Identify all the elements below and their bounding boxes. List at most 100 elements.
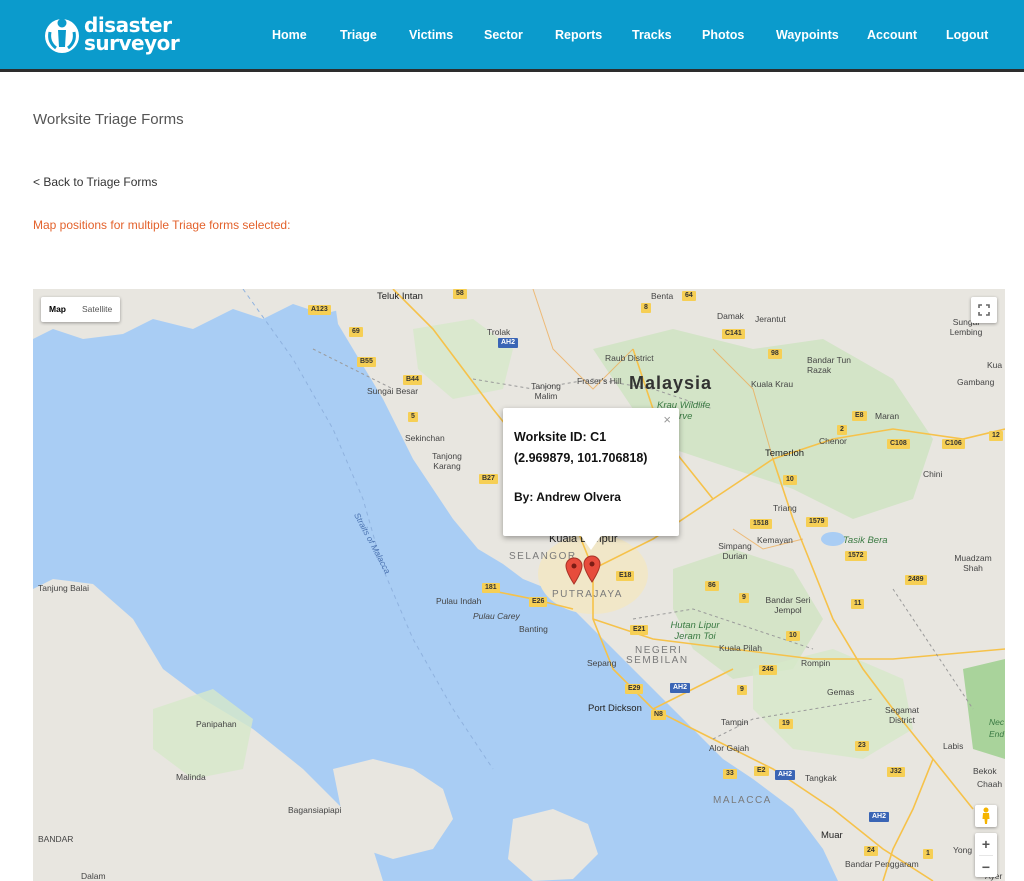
label-temerloh: Temerloh [765,448,805,459]
route-shield: B27 [479,474,498,484]
route-shield: 1572 [845,551,867,561]
label-labis: Labis [943,741,964,751]
page-title: Worksite Triage Forms [33,111,184,128]
map-marker[interactable] [583,555,601,583]
route-shield: 9 [739,593,749,603]
label-bandar-penggaram: Bandar Penggaram [845,859,919,869]
label-trolak: Trolak [487,327,511,337]
label-chenor: Chenor [819,436,847,446]
label-kemayan: Kemayan [757,535,793,545]
route-shield: E29 [625,684,644,694]
route-shield: C141 [722,329,745,339]
label-rompin: Rompin [801,658,831,668]
route-shield: AH2 [775,770,796,780]
label-bekok: Bekok [973,766,997,776]
route-shield: 1579 [806,517,828,527]
route-shield: 33 [723,769,737,779]
label-banting: Banting [519,624,548,634]
nav-victims[interactable]: Victims [409,28,453,42]
route-shield: E26 [529,597,548,607]
label-maran: Maran [875,411,900,421]
label-damak: Damak [717,311,744,321]
route-shield: C108 [887,439,910,449]
label-tampin: Tampin [721,717,749,727]
route-shield: 58 [453,289,467,299]
nav-triage[interactable]: Triage [340,28,377,42]
zoom-in-button[interactable]: + [975,833,997,855]
label-kuala-pilah: Kuala Pilah [719,643,763,653]
label-port-dickson: Port Dickson [588,703,642,714]
label-end: End [989,729,1005,739]
worksite-id: Worksite ID: C1 [514,430,607,444]
label-sepang: Sepang [587,658,617,668]
route-shield: 9 [737,685,747,695]
label-raub-district: Raub District [605,353,654,363]
label-benta: Benta [651,291,674,301]
info-window-close-button[interactable]: × [663,412,671,427]
label-putrajaya: PUTRAJAYA [552,589,623,600]
label-tanjung-balai: Tanjung Balai [38,583,90,593]
route-shield: E18 [616,571,635,581]
route-shield: J32 [887,767,905,777]
map-type-control: Map Satellite [41,297,121,322]
label-muadzam-shah: Muadzam Shah [954,553,992,573]
label-dalam: Dalam [81,871,106,881]
map-view[interactable]: Malaysia SELANGOR PUTRAJAYA NEGERI SEMBI… [33,289,1005,881]
route-shield: A123 [308,305,331,315]
label-pulau-indah: Pulau Indah [436,596,482,606]
route-shield: B44 [403,375,422,385]
route-shield: AH2 [670,683,691,693]
label-tasik-bera: Tasik Bera [843,535,888,546]
marker-info-window: × Worksite ID: C1 (2.969879, 101.706818)… [503,408,679,550]
route-shield: 64 [682,291,696,301]
map-type-satellite-button[interactable]: Satellite [74,297,120,322]
label-teluk-intan: Teluk Intan [377,291,423,302]
nav-account[interactable]: Account [867,28,917,42]
label-sembilan: SEMBILAN [626,655,689,666]
route-shield: C106 [942,439,965,449]
route-shield: 181 [482,583,500,593]
label-frasers-hill: Fraser's Hill [577,376,622,386]
map-base [33,289,1005,881]
label-bandar-seri-jempol: Bandar Seri Jempol [765,595,811,615]
label-bandar-tun-razak: Bandar Tun Razak [807,355,851,375]
worksite-coordinates: (2.969879, 101.706818) [514,451,648,465]
route-shield: 98 [768,349,782,359]
fullscreen-button[interactable] [971,297,997,323]
nav-tracks[interactable]: Tracks [632,28,672,42]
label-jerantut: Jerantut [755,314,786,324]
route-shield: 5 [408,412,418,422]
route-shield: E2 [754,766,769,776]
label-hutan-lipur-jeram-toi: Hutan Lipur Jeram Toi [670,620,720,642]
nav-sector[interactable]: Sector [484,28,523,42]
nav-waypoints[interactable]: Waypoints [776,28,839,42]
nav-logout[interactable]: Logout [946,28,988,42]
label-tangkak: Tangkak [805,773,837,783]
label-gemas: Gemas [827,687,855,697]
map-marker[interactable] [565,557,583,585]
label-chaah: Chaah [977,779,1003,789]
route-shield: 10 [786,631,800,641]
label-triang: Triang [773,503,797,513]
map-type-map-button[interactable]: Map [41,297,74,322]
route-shield: 11 [851,599,865,609]
zoom-out-button[interactable]: − [975,856,997,878]
route-shield: 23 [855,741,869,751]
label-simpang-durian: Simpang Durian [718,541,752,561]
nav-photos[interactable]: Photos [702,28,744,42]
street-view-button[interactable] [975,805,997,827]
route-shield: 1 [923,849,933,859]
label-malinda: Malinda [176,772,206,782]
label-muar: Muar [821,830,843,841]
nav-home[interactable]: Home [272,28,307,42]
route-shield: AH2 [498,338,519,348]
route-shield: 69 [349,327,363,337]
route-shield: 10 [783,475,797,485]
route-shield: 2489 [905,575,927,585]
back-to-triage-forms-link[interactable]: < Back to Triage Forms [33,175,157,189]
route-shield: E21 [630,625,649,635]
nav-reports[interactable]: Reports [555,28,602,42]
route-shield: 24 [864,846,878,856]
worksite-author: By: Andrew Olvera [514,490,621,504]
route-shield: 8 [641,303,651,313]
